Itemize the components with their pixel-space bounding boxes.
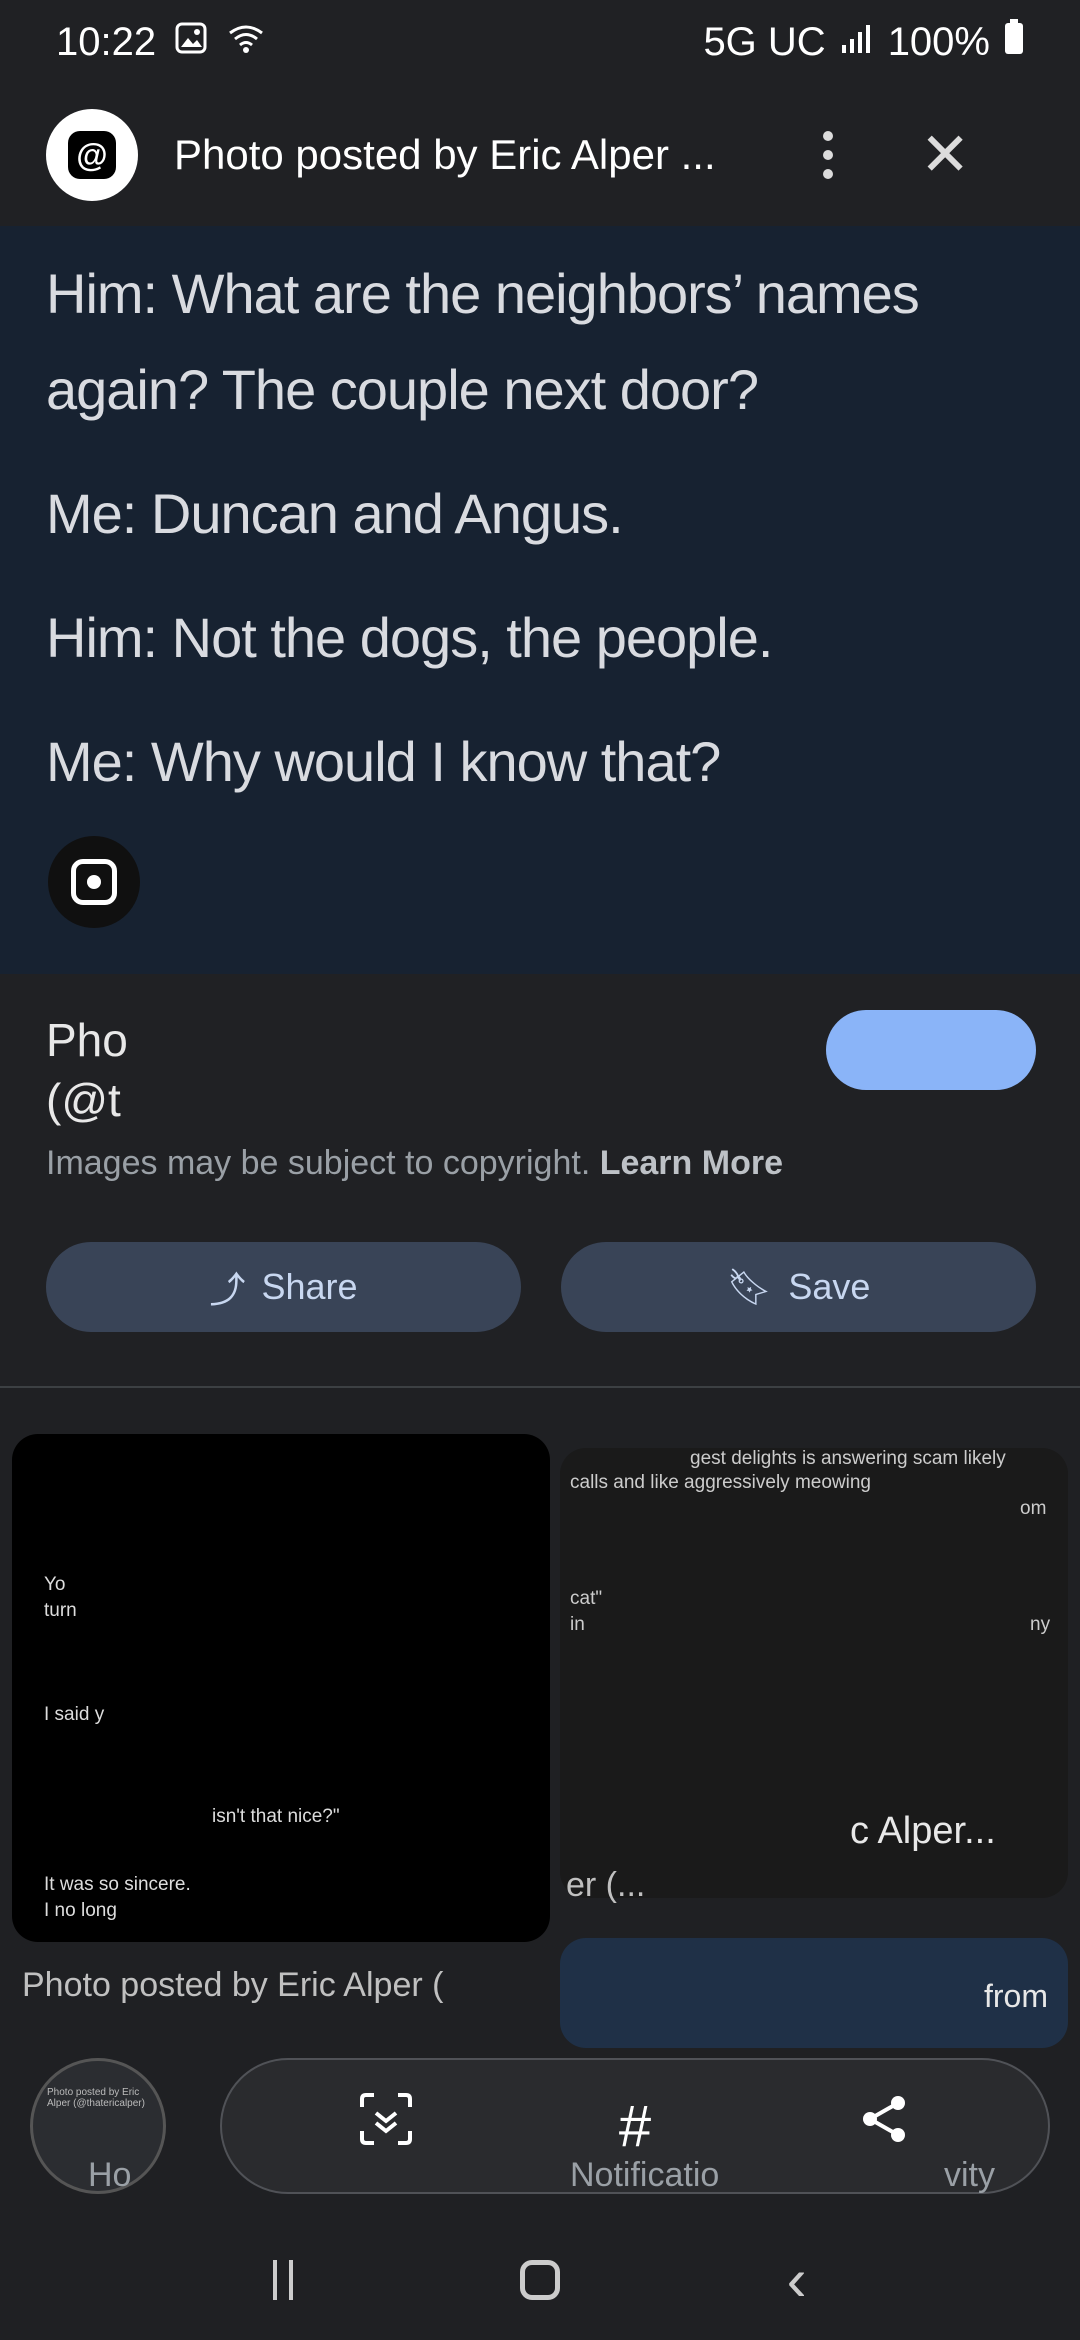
status-bar: 10:22 5G UC 100% (0, 0, 1080, 84)
share-icon: ⤴ (209, 1269, 246, 1310)
image-info: Pho (@t Images may be subject to copyrig… (0, 974, 1080, 1386)
related-images: Yo turn I said y isn't that nice?" It wa… (0, 1388, 1080, 2048)
meme-line: Me: Duncan and Angus. (46, 482, 624, 545)
related-caption[interactable]: c Alper... (850, 1810, 996, 1853)
back-icon[interactable]: ‹ (787, 2250, 807, 2310)
meme-text: Him: What are the neighbors’ names again… (46, 246, 1036, 838)
wifi-icon (226, 20, 266, 65)
recents-icon[interactable] (273, 2260, 294, 2300)
tab-notifications[interactable]: Notificatio (570, 2156, 719, 2195)
battery-label: 100% (887, 19, 990, 64)
related-caption[interactable]: er (... (566, 1866, 645, 1905)
close-icon[interactable]: ✕ (920, 125, 970, 185)
visit-button[interactable] (826, 1010, 1036, 1090)
tab-home[interactable]: Ho (88, 2156, 131, 2195)
system-nav-bar: ‹ (0, 2220, 1080, 2340)
tab-labels: Ho Notificatio vity (0, 2156, 1080, 2202)
source-title[interactable]: Pho (@t (46, 1010, 128, 1130)
hashtag-icon[interactable]: # (590, 2093, 680, 2160)
learn-more-link[interactable]: Learn More (600, 1144, 783, 1182)
viewer-header: @ Photo posted by Eric Alper ... ✕ (0, 84, 1080, 226)
lens-icon (71, 859, 117, 905)
action-buttons: ⤴ Share 🔖︎ Save (46, 1242, 1036, 1332)
bookmark-icon: 🔖︎ (726, 1266, 773, 1307)
related-caption[interactable]: Photo posted by Eric Alper ( (22, 1966, 443, 2005)
copyright-notice: Images may be subject to copyright. Lear… (46, 1144, 783, 1182)
tab-activity[interactable]: vity (944, 2156, 995, 2195)
scan-icon[interactable] (341, 2091, 431, 2161)
share-button[interactable]: ⤴ Share (46, 1242, 521, 1332)
save-button[interactable]: 🔖︎ Save (561, 1242, 1036, 1332)
lens-search-button[interactable] (48, 836, 140, 928)
more-options-icon[interactable] (808, 131, 848, 179)
related-image-card[interactable]: Yo turn I said y isn't that nice?" It wa… (12, 1434, 550, 1942)
meme-line: Him: What are the neighbors’ names again… (46, 262, 920, 421)
meme-line: Him: Not the dogs, the people. (46, 606, 773, 669)
threads-icon[interactable]: @ (46, 109, 138, 201)
meme-line: Me: Why would I know that? (46, 730, 721, 793)
header-title: Photo posted by Eric Alper ... (174, 131, 716, 178)
home-icon[interactable] (520, 2260, 560, 2300)
battery-icon (1004, 19, 1024, 65)
network-label: 5G UC (703, 19, 826, 64)
main-image[interactable]: Him: What are the neighbors’ names again… (0, 226, 1080, 974)
share-icon[interactable] (839, 2091, 929, 2161)
clock: 10:22 (56, 19, 157, 64)
signal-icon (840, 20, 874, 65)
related-image-card[interactable]: from (560, 1938, 1068, 2048)
gallery-icon (174, 20, 208, 65)
